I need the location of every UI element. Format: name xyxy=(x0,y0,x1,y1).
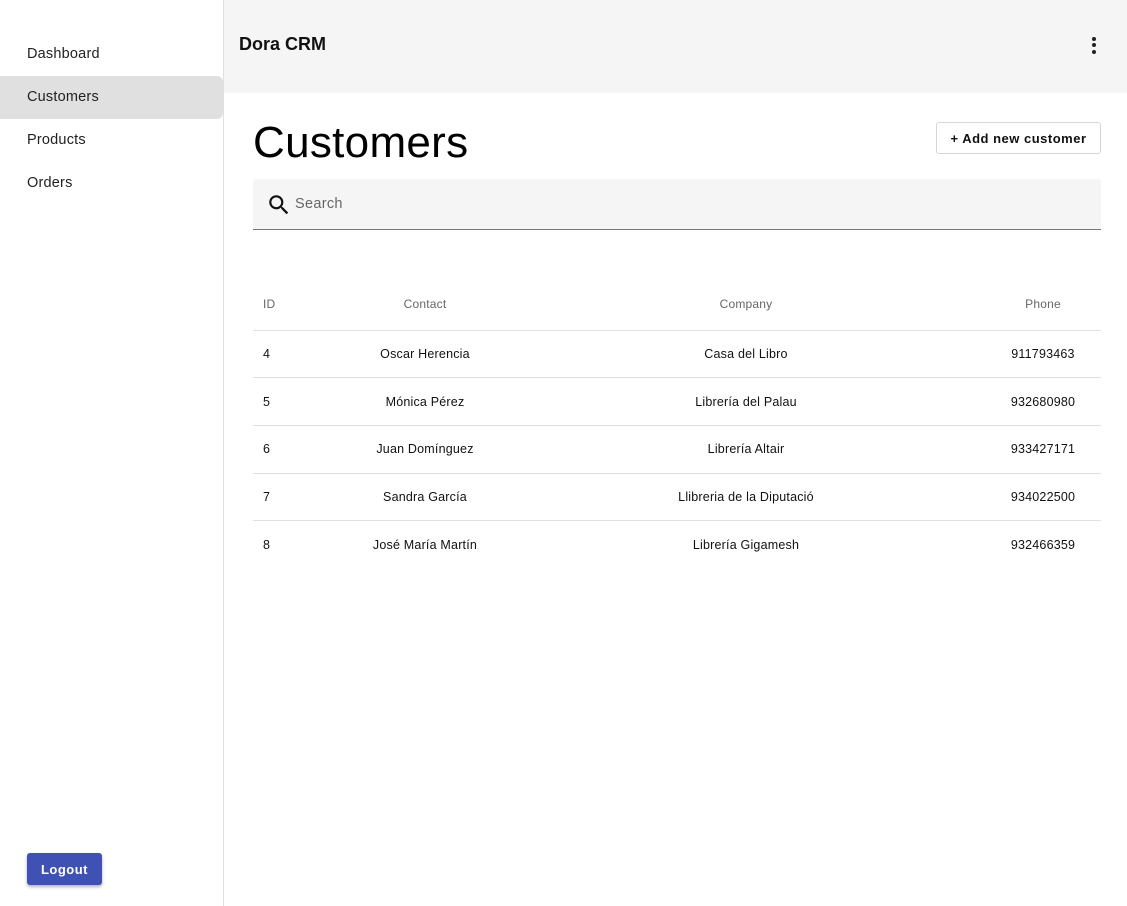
customers-table: ID Contact Company Phone 4 Oscar Herenci… xyxy=(253,278,1101,568)
table-row[interactable]: 6 Juan Domínguez Librería Altair 9334271… xyxy=(253,425,1101,474)
cell-phone: 932466359 xyxy=(1010,537,1076,552)
sidebar-item-orders[interactable]: Orders xyxy=(0,162,223,205)
cell-contact: Juan Domínguez xyxy=(343,425,507,474)
search-input[interactable] xyxy=(295,179,1085,229)
cell-phone: 934022500 xyxy=(985,473,1101,522)
cell-company: Casa del Libro xyxy=(507,330,985,379)
sidebar-item-dashboard[interactable]: Dashboard xyxy=(0,33,223,76)
cell-id: 7 xyxy=(253,473,343,522)
sidebar-item-customers[interactable]: Customers xyxy=(0,76,223,119)
cell-contact: Oscar Herencia xyxy=(343,330,507,379)
top-app-bar: Dora CRM xyxy=(224,0,1127,93)
cell-contact: José María Martín xyxy=(372,537,478,552)
cell-id: 8 xyxy=(263,537,271,552)
cell-company: Librería del Palau xyxy=(507,377,985,426)
cell-id: 6 xyxy=(253,425,343,474)
sidebar-item-products[interactable]: Products xyxy=(0,119,223,162)
cell-id: 5 xyxy=(253,377,343,426)
table-row[interactable]: 8 José María Martín Librería Gigamesh 93… xyxy=(253,521,1101,569)
cell-phone: 933427171 xyxy=(985,425,1101,474)
sidebar-nav: Dashboard Customers Products Orders xyxy=(0,33,223,205)
add-customer-button[interactable]: + Add new customer xyxy=(936,122,1101,154)
cell-company: Librería Altair xyxy=(507,425,985,474)
column-header-id[interactable]: ID xyxy=(253,278,343,331)
search-field xyxy=(253,179,1101,230)
more-vert-icon[interactable] xyxy=(1081,34,1107,56)
cell-id: 4 xyxy=(253,330,343,379)
app-root: Dashboard Customers Products Orders Logo… xyxy=(0,0,1127,906)
cell-company: Llibreria de la Diputació xyxy=(507,473,985,522)
app-title: Dora CRM xyxy=(239,34,327,54)
cell-contact: Sandra García xyxy=(343,473,507,522)
cell-phone: 911793463 xyxy=(985,330,1101,379)
cell-phone: 932680980 xyxy=(985,377,1101,426)
table-row[interactable]: 4 Oscar Herencia Casa del Libro 91179346… xyxy=(253,330,1101,379)
cell-company: Librería Gigamesh xyxy=(692,537,800,552)
page-title: Customers xyxy=(253,118,469,167)
column-header-phone[interactable]: Phone xyxy=(985,278,1101,331)
search-icon xyxy=(269,195,289,215)
sidebar: Dashboard Customers Products Orders Logo… xyxy=(0,0,224,906)
column-header-company[interactable]: Company xyxy=(507,278,985,331)
table-row[interactable]: 5 Mónica Pérez Librería del Palau 932680… xyxy=(253,377,1101,426)
table-row[interactable]: 7 Sandra García Llibreria de la Diputaci… xyxy=(253,473,1101,522)
cell-contact: Mónica Pérez xyxy=(343,377,507,426)
logout-button[interactable]: Logout xyxy=(27,853,102,885)
column-header-contact[interactable]: Contact xyxy=(343,278,507,331)
table-header-row: ID Contact Company Phone xyxy=(253,278,1101,331)
